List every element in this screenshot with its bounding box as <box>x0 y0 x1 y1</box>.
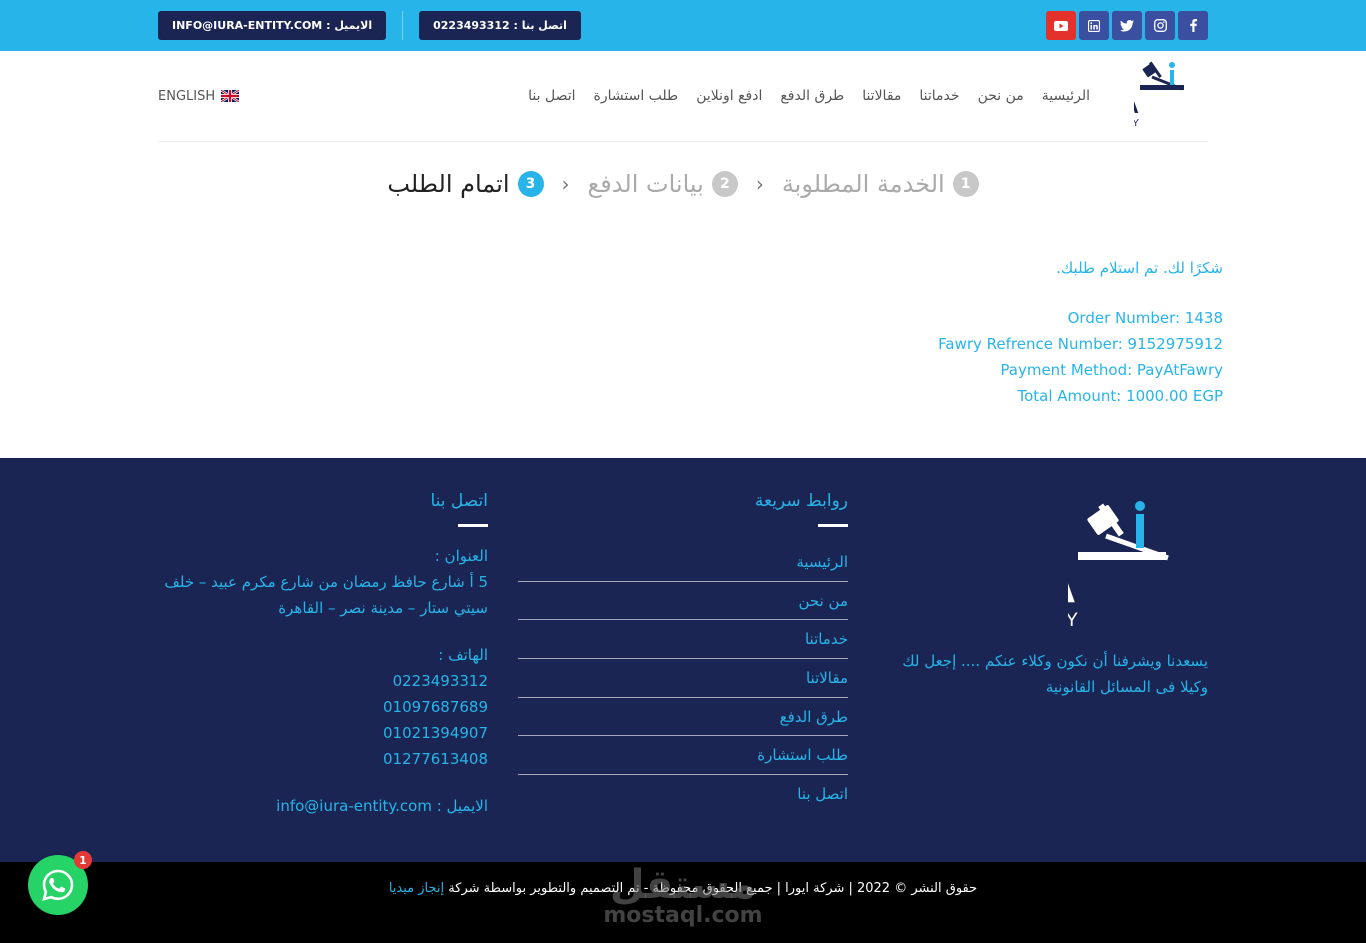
title-underline <box>458 524 488 527</box>
phone-label: الهاتف : <box>438 646 488 664</box>
order-number: Order Number: 1438 <box>1067 309 1223 327</box>
watermark-arabic: مستقل <box>609 862 757 908</box>
facebook-icon[interactable] <box>1178 11 1208 40</box>
svg-text:IURA: IURA <box>1068 560 1076 612</box>
notification-badge: 1 <box>74 851 92 869</box>
phone-number[interactable]: 0223493312 <box>158 668 488 694</box>
iura-logo-white-icon: IURA LEGAL ENTITY <box>1068 501 1169 631</box>
thank-you-message: شكرًا لك. تم استلام طلبك. <box>1056 259 1223 277</box>
step-number: 1 <box>952 171 979 197</box>
step-payment-details[interactable]: 2 بيانات الدفع <box>588 170 738 198</box>
fawry-reference: Fawry Refrence Number: 9152975912 <box>938 335 1223 353</box>
twitter-icon[interactable] <box>1112 11 1142 40</box>
svg-text:LEGAL ENTITY: LEGAL ENTITY <box>1068 610 1078 631</box>
step-label: اتمام الطلب <box>387 170 510 198</box>
nav-articles[interactable]: مقالاتنا <box>862 88 901 104</box>
footer-link-contact[interactable]: اتصل بنا <box>518 775 848 814</box>
contact-title: اتصل بنا <box>430 491 488 511</box>
step-label: بيانات الدفع <box>587 170 704 198</box>
developer-link[interactable]: إنجاز ميديا <box>389 881 444 896</box>
top-bar: اتصل بنا : 0223493312 الايميل : INFO@IUR… <box>0 0 1366 51</box>
nav-pay-online[interactable]: ادفع اونلاين <box>696 88 762 104</box>
svg-text:IURA: IURA <box>1134 92 1139 119</box>
footer-about: IURA LEGAL ENTITY يسعدنا ويشرفنا أن نكون… <box>878 496 1208 700</box>
nav-home[interactable]: الرئيسية <box>1042 88 1090 104</box>
address-label: العنوان : <box>434 547 488 565</box>
linkedin-icon[interactable] <box>1079 11 1109 40</box>
step-number: 2 <box>711 171 738 197</box>
site-logo[interactable]: IURA LEGAL ENTITY <box>1069 57 1208 135</box>
mostaql-watermark: مستقل mostaql.com <box>598 862 768 928</box>
instagram-icon[interactable] <box>1145 11 1175 40</box>
footer-contact: اتصل بنا العنوان : 5 أ شارع حافظ رمضان م… <box>158 488 488 819</box>
uk-flag-icon <box>221 90 240 102</box>
checkout-steps: 1 الخدمة المطلوبة ‹ 2 بيانات الدفع ‹ 3 ا… <box>0 170 1366 198</box>
site-footer: IURA LEGAL ENTITY يسعدنا ويشرفنا أن نكون… <box>0 458 1366 862</box>
quick-links-title: روابط سريعة <box>754 491 848 511</box>
step-service[interactable]: 1 الخدمة المطلوبة <box>782 170 979 198</box>
footer-about-text: يسعدنا ويشرفنا أن نكون وكلاء عنكم .... إ… <box>902 652 1208 696</box>
iura-logo-icon: IURA LEGAL ENTITY <box>1069 61 1184 129</box>
nav-payment-methods[interactable]: طرق الدفع <box>780 88 844 104</box>
phone-number[interactable]: 01097687689 <box>158 694 488 720</box>
phone-number[interactable]: 01021394907 <box>158 720 488 746</box>
footer-quick-links: روابط سريعة الرئيسية من نحن خدماتنا مقال… <box>518 488 848 814</box>
social-links <box>1046 11 1208 40</box>
footer-link-home[interactable]: الرئيسية <box>518 543 848 582</box>
site-header: IURA LEGAL ENTITY الرئيسية من نحن خدماتن… <box>0 51 1366 143</box>
chevron-left-icon: ‹ <box>755 172 764 196</box>
email-pill[interactable]: الايميل : INFO@IURA-ENTITY.COM <box>158 11 387 40</box>
step-number: 3 <box>517 171 544 197</box>
phone-pill[interactable]: اتصل بنا : 0223493312 <box>419 11 581 40</box>
title-underline <box>818 524 848 527</box>
copyright-bar: حقوق النشر © 2022 | شركة ايورا | جميع ال… <box>0 862 1366 943</box>
address-text: 5 أ شارع حافظ رمضان من شارع مكرم عبيد – … <box>164 573 488 617</box>
footer-link-articles[interactable]: مقالاتنا <box>518 659 848 698</box>
youtube-icon[interactable] <box>1046 11 1076 40</box>
language-label: ENGLISH <box>158 88 216 104</box>
whatsapp-button[interactable]: 1 <box>28 851 92 915</box>
nav-about[interactable]: من نحن <box>978 88 1024 104</box>
language-switch[interactable]: ENGLISH <box>158 88 240 104</box>
step-complete-order[interactable]: 3 اتمام الطلب <box>387 170 544 198</box>
footer-link-payment-methods[interactable]: طرق الدفع <box>518 698 848 737</box>
svg-text:LEGAL ENTITY: LEGAL ENTITY <box>1134 118 1139 129</box>
main-nav: الرئيسية من نحن خدماتنا مقالاتنا طرق الد… <box>158 88 1090 104</box>
footer-link-services[interactable]: خدماتنا <box>518 620 848 660</box>
chevron-left-icon: ‹ <box>561 172 570 196</box>
footer-link-consultation[interactable]: طلب استشارة <box>518 736 848 776</box>
nav-consultation[interactable]: طلب استشارة <box>594 88 679 104</box>
phone-number[interactable]: 01277613408 <box>158 746 488 772</box>
order-confirmation: شكرًا لك. تم استلام طلبك. Order Number: … <box>938 255 1223 409</box>
step-label: الخدمة المطلوبة <box>781 170 945 198</box>
nav-services[interactable]: خدماتنا <box>919 88 959 104</box>
pill-divider <box>402 11 404 40</box>
contact-pills: اتصل بنا : 0223493312 الايميل : INFO@IUR… <box>158 11 581 40</box>
total-amount: Total Amount: 1000.00 EGP <box>1017 387 1223 405</box>
footer-email[interactable]: الايميل : info@iura-entity.com <box>158 793 488 819</box>
watermark-english: mostaql.com <box>603 903 763 928</box>
payment-method: Payment Method: PayAtFawry <box>1000 361 1223 379</box>
whatsapp-icon <box>42 869 74 901</box>
nav-contact[interactable]: اتصل بنا <box>528 88 575 104</box>
footer-link-about[interactable]: من نحن <box>518 582 848 621</box>
quick-links-list: الرئيسية من نحن خدماتنا مقالاتنا طرق الد… <box>518 543 848 814</box>
